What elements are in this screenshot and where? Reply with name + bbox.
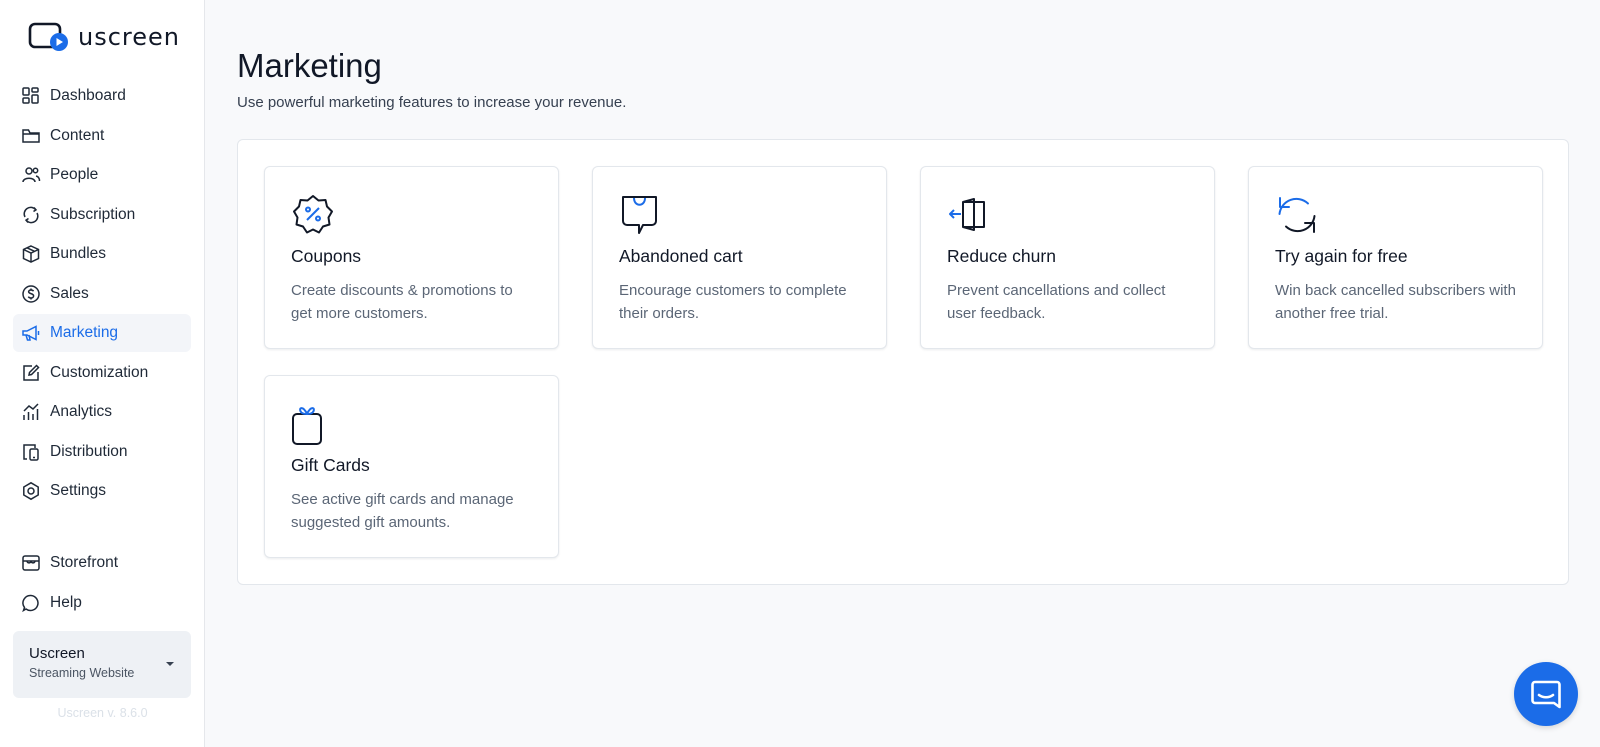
sidebar-item-label: People [50,166,99,183]
dollar-icon [22,284,40,303]
feature-card-reduce-churn[interactable]: Reduce churn Prevent cancellations and c… [920,166,1215,349]
sidebar-item-settings[interactable]: Settings [13,472,191,510]
sidebar: uscreen Dashboard Content People Subscri… [0,0,205,747]
sidebar-item-help[interactable]: Help [13,584,191,622]
marketing-features-panel: Coupons Create discounts & promotions to… [237,139,1569,585]
page-subtitle: Use powerful marketing features to incre… [237,94,627,111]
storefront-icon [22,555,40,571]
card-description: Prevent cancellations and collect user f… [947,282,1166,322]
brand-name: uscreen [78,23,180,51]
hexagon-settings-icon [23,481,39,501]
sidebar-item-storefront[interactable]: Storefront [13,544,191,582]
chat-widget-icon [1531,680,1561,709]
sidebar-item-dashboard[interactable]: Dashboard [13,77,191,115]
account-switcher[interactable]: Uscreen Streaming Website [13,631,191,698]
sidebar-item-subscription[interactable]: Subscription [13,196,191,234]
caret-down-icon [166,662,174,666]
card-title: Abandoned cart [619,246,743,266]
chat-widget-button[interactable] [1514,662,1578,726]
sidebar-item-label: Analytics [50,403,113,420]
feature-card-try-again-for-free[interactable]: Try again for free Win back cancelled su… [1248,166,1543,349]
card-description: Win back cancelled subscribers with anot… [1275,282,1516,322]
people-icon [22,167,41,183]
card-title: Reduce churn [947,246,1056,266]
gift-icon [291,402,335,446]
sidebar-item-label: Distribution [50,442,128,460]
edit-icon [23,363,40,381]
sidebar-item-label: Help [50,593,82,611]
box-icon [22,245,40,263]
card-title: Try again for free [1275,246,1408,266]
sidebar-item-bundles[interactable]: Bundles [13,235,191,273]
account-name: Uscreen [29,645,85,662]
chart-icon [23,403,39,420]
account-subtitle: Streaming Website [29,666,135,680]
sidebar-item-label: Dashboard [50,87,126,104]
card-description: See active gift cards and manage suggest… [291,491,514,531]
retry-arrows-icon [1275,193,1319,237]
page-title: Marketing [237,47,382,84]
brand-logo[interactable]: uscreen [28,20,180,54]
card-title: Coupons [291,246,362,266]
feature-card-coupons[interactable]: Coupons Create discounts & promotions to… [264,166,559,349]
sidebar-item-label: Sales [50,284,89,302]
refresh-icon [23,206,39,223]
feature-card-abandoned-cart[interactable]: Abandoned cart Encourage customers to co… [592,166,887,349]
card-title: Gift Cards [291,455,370,475]
sidebar-item-content[interactable]: Content [13,117,191,155]
sidebar-item-label: Marketing [50,324,119,341]
sidebar-item-label: Customization [50,363,149,381]
sidebar-item-analytics[interactable]: Analytics [13,393,191,431]
grid-icon [22,87,39,104]
megaphone-icon [22,325,40,341]
sidebar-item-marketing[interactable]: Marketing [13,314,191,352]
app-version: Uscreen v. 8.6.0 [57,706,148,720]
feature-card-gift-cards[interactable]: Gift Cards See active gift cards and man… [264,375,559,558]
sidebar-item-label: Subscription [50,205,136,223]
sidebar-item-people[interactable]: People [13,156,191,194]
card-description: Encourage customers to complete their or… [619,282,847,322]
sidebar-item-label: Settings [50,482,107,499]
shopping-bag-icon [619,193,663,237]
sidebar-item-customization[interactable]: Customization [13,354,191,392]
sidebar-item-label: Content [50,126,105,144]
sidebar-item-label: Bundles [50,245,107,262]
sidebar-item-sales[interactable]: Sales [13,275,191,313]
card-description: Create discounts & promotions to get mor… [291,282,513,322]
sidebar-bottom-nav: Storefront Help [13,544,191,623]
sidebar-item-distribution[interactable]: Distribution [13,433,191,471]
sidebar-item-label: Storefront [50,554,119,571]
devices-icon [23,443,39,461]
folder-icon [22,128,40,143]
door-exit-icon [947,193,991,237]
sidebar-nav: Dashboard Content People Subscription Bu… [13,77,191,512]
coupon-badge-icon [291,193,335,237]
chat-bubble-icon [22,594,39,612]
uscreen-logo-icon [28,20,70,54]
